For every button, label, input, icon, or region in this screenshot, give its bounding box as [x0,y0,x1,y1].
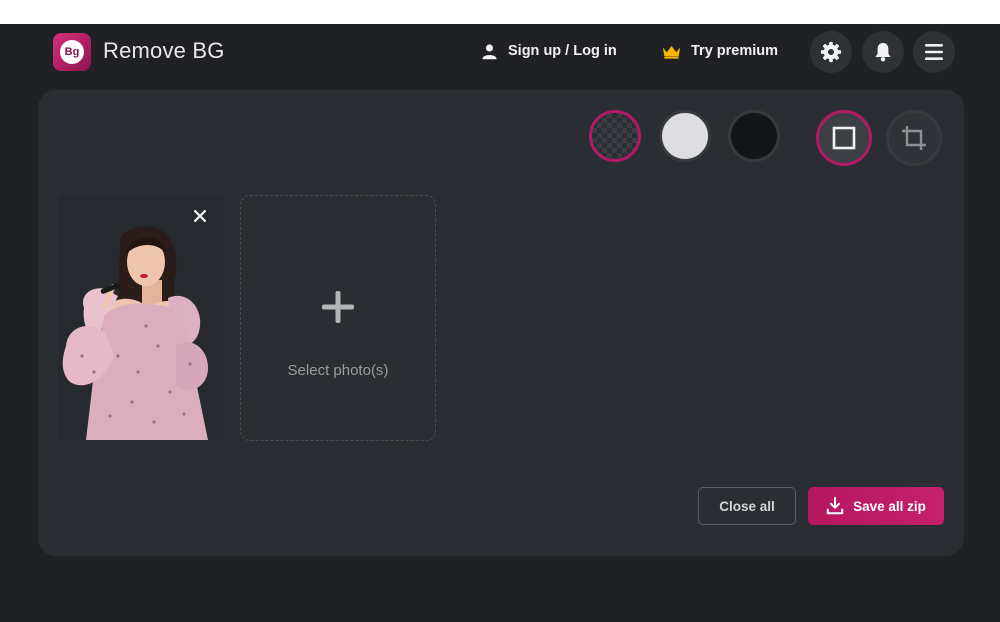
photo-woman-pink-dress [58,196,224,440]
square-icon [832,126,856,150]
editor-panel: Select photo(s) Close all Save all zip [38,90,964,556]
save-all-zip-button[interactable]: Save all zip [808,487,944,525]
close-icon [194,210,206,222]
sign-up-login-link[interactable]: Sign up / Log in [481,24,617,78]
plus-icon [322,291,354,323]
app-title: Remove BG [103,38,225,63]
uploaded-photo-thumbnail[interactable] [58,196,224,440]
app-header: Bg Remove BG Sign up / Log in Try premiu… [0,24,1000,78]
white-background-option[interactable] [659,110,711,162]
bell-icon [875,43,891,62]
user-icon [482,43,497,59]
crop-icon [902,126,926,150]
select-photos-dropzone[interactable]: Select photo(s) [240,195,436,441]
top-strip [0,0,1000,24]
black-background-option[interactable] [728,110,780,162]
menu-icon [925,44,943,60]
notifications-button[interactable] [862,31,904,73]
transparent-background-option[interactable] [589,110,641,162]
gear-icon [820,41,842,63]
save-all-zip-label: Save all zip [853,498,926,514]
select-photos-label: Select photo(s) [287,362,389,379]
app-logo[interactable]: Bg [53,33,91,71]
settings-button[interactable] [810,31,852,73]
logo-badge: Bg [60,40,84,64]
square-tool-button[interactable] [816,110,872,166]
crop-tool-button[interactable] [886,110,942,166]
close-all-button[interactable]: Close all [698,487,796,525]
try-premium-link[interactable]: Try premium [662,24,778,78]
crown-icon [662,45,681,59]
menu-button[interactable] [913,31,955,73]
try-premium-label: Try premium [691,43,779,59]
download-icon [826,497,844,515]
sign-up-login-label: Sign up / Log in [508,43,617,59]
remove-photo-button[interactable] [190,206,210,226]
